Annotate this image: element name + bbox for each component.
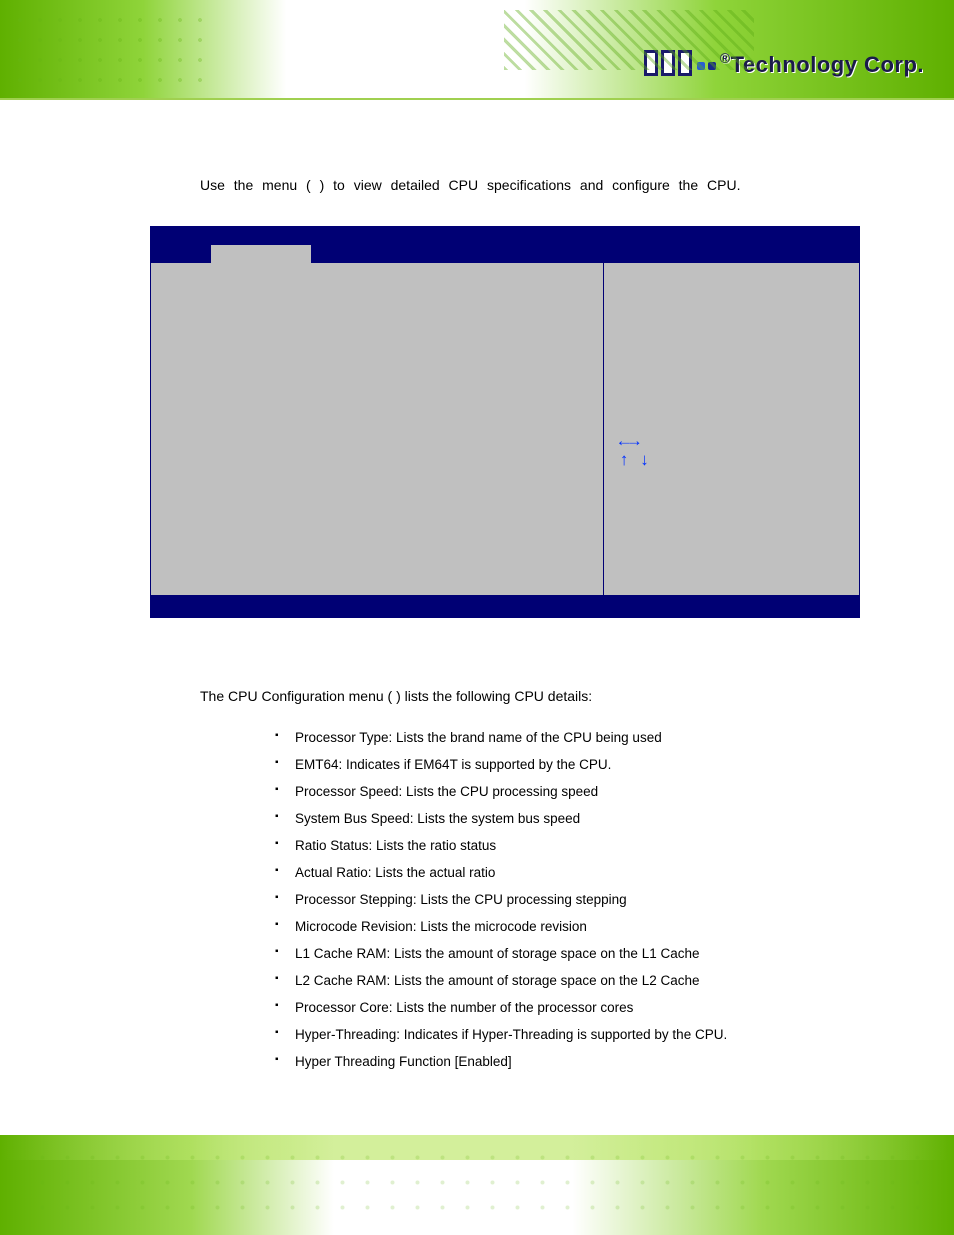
bios-title-bar <box>151 227 859 245</box>
logo-bars-icon <box>644 50 695 82</box>
list-item: Actual Ratio: Lists the actual ratio <box>275 859 860 886</box>
list-item: Hyper Threading Function [Enabled] <box>275 1048 860 1075</box>
bios-tab-row <box>151 245 859 263</box>
bios-tab <box>311 245 471 263</box>
intro-paragraph: Use the menu ( ) to view detailed CPU sp… <box>200 170 860 201</box>
footer-decorative-band <box>0 1135 954 1235</box>
nav-arrows-ud: ↑ ↓ <box>619 452 859 472</box>
brand-name: Technology Corp. <box>731 52 924 77</box>
bios-main-panel <box>151 263 604 595</box>
list-item: Ratio Status: Lists the ratio status <box>275 832 860 859</box>
bios-screen-box: ←→ ↑ ↓ <box>150 226 860 618</box>
list-item: Processor Core: Lists the number of the … <box>275 994 860 1021</box>
bios-tab <box>471 245 546 263</box>
logo-dots-icon <box>697 62 716 70</box>
list-item: L1 Cache RAM: Lists the amount of storag… <box>275 940 860 967</box>
header-decorative-band: ®Technology Corp. <box>0 0 954 100</box>
bios-footer-bar <box>151 595 859 617</box>
list-item: Processor Type: Lists the brand name of … <box>275 724 860 751</box>
list-item: Processor Stepping: Lists the CPU proces… <box>275 886 860 913</box>
details-list: Processor Type: Lists the brand name of … <box>275 724 860 1075</box>
bios-body: ←→ ↑ ↓ <box>151 263 859 595</box>
list-item: Processor Speed: Lists the CPU processin… <box>275 778 860 805</box>
details-section: The CPU Configuration menu ( ) lists the… <box>200 688 860 1075</box>
page-content: Use the menu ( ) to view detailed CPU sp… <box>200 170 860 1075</box>
list-item: L2 Cache RAM: Lists the amount of storag… <box>275 967 860 994</box>
bios-tab <box>151 245 211 263</box>
list-item: Microcode Revision: Lists the microcode … <box>275 913 860 940</box>
list-item: Hyper-Threading: Indicates if Hyper-Thre… <box>275 1021 860 1048</box>
bios-tab-selected <box>211 245 311 263</box>
list-item: System Bus Speed: Lists the system bus s… <box>275 805 860 832</box>
bios-help-panel: ←→ ↑ ↓ <box>604 263 859 595</box>
brand-logo-block: ®Technology Corp. <box>644 50 924 82</box>
nav-arrows-lr: ←→ <box>619 433 859 453</box>
list-item: EMT64: Indicates if EM64T is supported b… <box>275 751 860 778</box>
trademark-symbol: ® <box>720 50 731 66</box>
details-intro: The CPU Configuration menu ( ) lists the… <box>200 688 860 704</box>
